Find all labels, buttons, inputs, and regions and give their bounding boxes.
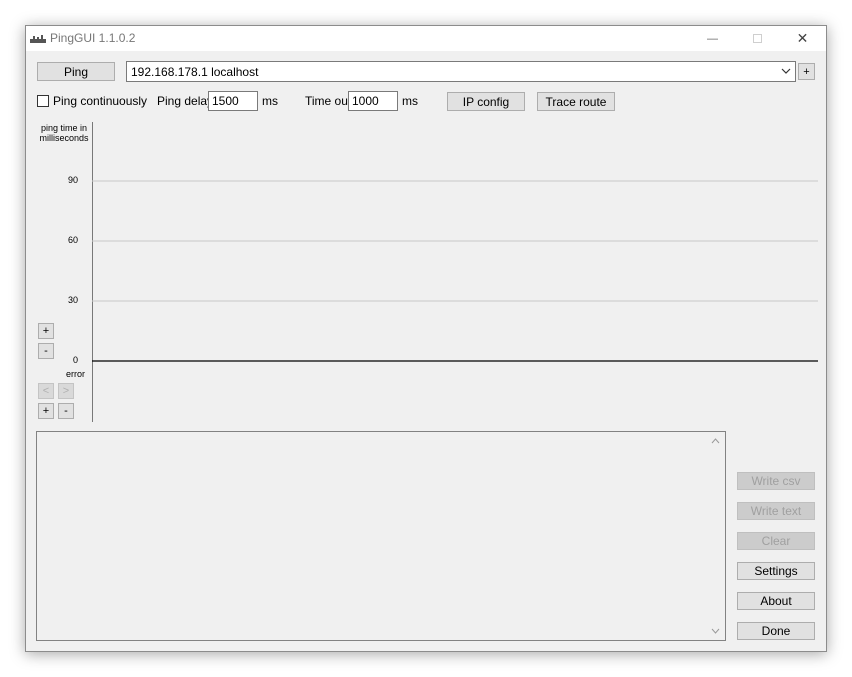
ping-button[interactable]: Ping [37,62,115,81]
app-window: PingGUI 1.1.0.2 — ✕ Ping 192.168.178.1 l… [25,25,827,652]
ping-delay-input[interactable] [208,91,258,111]
ping-continuously-label: Ping continuously [53,94,148,108]
ping-delay-label: Ping delay [157,94,214,108]
app-icon [30,35,46,43]
maximize-button[interactable] [735,26,780,51]
chart-y-tick-label: 30 [67,295,78,305]
add-host-button[interactable]: + [798,63,815,80]
close-icon: ✕ [796,30,809,46]
minimize-button[interactable]: — [690,26,735,51]
ping-continuously-checkbox[interactable] [37,95,49,107]
log-textbox[interactable] [36,431,726,641]
chart-y-tick-label: 0 [72,355,78,365]
scroll-up-icon[interactable] [711,438,720,444]
log-text [37,432,725,438]
window-title: PingGUI 1.1.0.2 [50,31,136,45]
write-text-button[interactable]: Write text [737,502,815,520]
ping-delay-unit: ms [262,94,278,108]
write-csv-button[interactable]: Write csv [737,472,815,490]
chart-y-tick-label: 60 [67,235,78,245]
chart-y-axis-label: ping time in milliseconds [39,123,89,143]
scroll-left-button[interactable]: < [38,383,54,399]
chart-y-tick-label: 90 [67,175,78,185]
x-zoom-in-button[interactable]: + [38,403,54,419]
host-value: 192.168.178.1 localhost [131,65,259,79]
ping-chart [92,122,818,422]
x-zoom-out-button[interactable]: - [58,403,74,419]
title-bar[interactable]: PingGUI 1.1.0.2 — ✕ [26,26,826,51]
minimize-icon: — [707,32,718,45]
timeout-unit: ms [402,94,418,108]
about-button[interactable]: About [737,592,815,610]
error-label: error [66,369,86,379]
y-zoom-in-button[interactable]: + [38,323,54,339]
maximize-icon [753,34,762,43]
timeout-input[interactable] [348,91,398,111]
chevron-down-icon[interactable] [781,68,791,75]
close-button[interactable]: ✕ [780,26,825,51]
y-zoom-out-button[interactable]: - [38,343,54,359]
trace-route-button[interactable]: Trace route [537,92,615,111]
timeout-label: Time out [305,94,352,108]
clear-button[interactable]: Clear [737,532,815,550]
scroll-down-icon[interactable] [711,628,720,634]
host-combobox[interactable]: 192.168.178.1 localhost [126,61,796,82]
scroll-right-button[interactable]: > [58,383,74,399]
settings-button[interactable]: Settings [737,562,815,580]
done-button[interactable]: Done [737,622,815,640]
ip-config-button[interactable]: IP config [447,92,525,111]
